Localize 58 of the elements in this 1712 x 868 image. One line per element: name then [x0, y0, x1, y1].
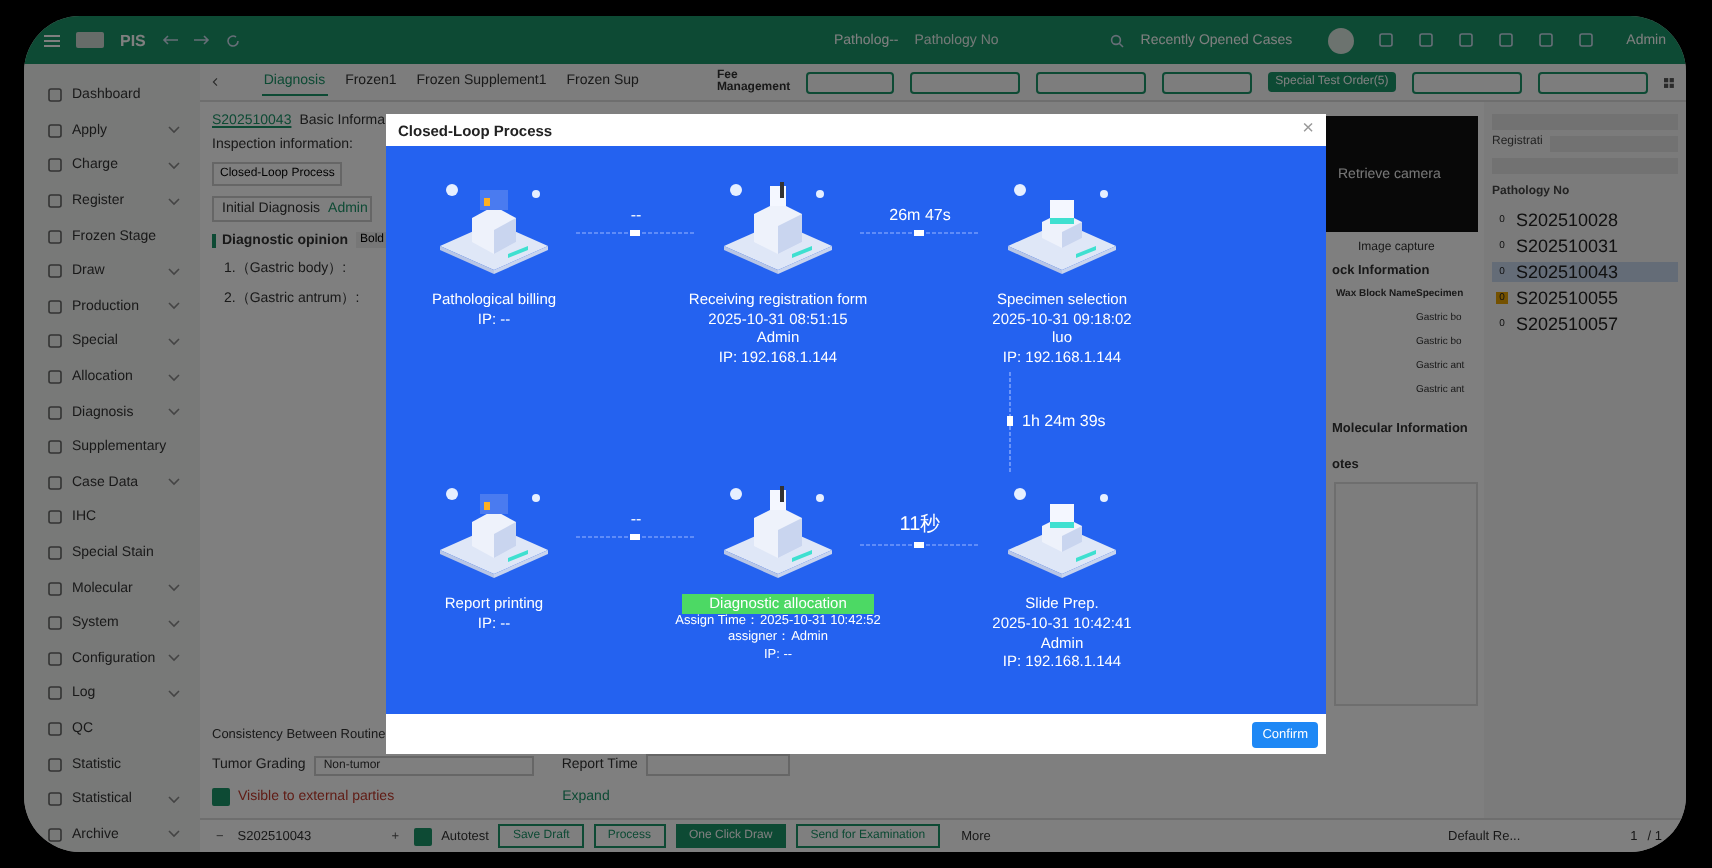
menu-item-icon [48, 651, 62, 666]
duration-label: 1h 24m 39s [1022, 412, 1106, 433]
back-arrow-icon[interactable] [161, 34, 178, 46]
menu-item-icon [48, 158, 62, 173]
menu-item-icon [48, 299, 62, 314]
forward-arrow-icon[interactable] [193, 34, 210, 46]
toolbar-icon[interactable] [1538, 32, 1555, 48]
connector-line [860, 230, 980, 236]
toolbar-button[interactable] [1538, 71, 1649, 93]
menu-item-icon [48, 88, 62, 103]
app-name: PIS [120, 31, 146, 49]
menu-item-icon [48, 370, 62, 385]
connector-line [1006, 372, 1014, 473]
menu-item-icon [48, 686, 62, 701]
checkbox[interactable] [212, 788, 230, 806]
menu-item-icon [48, 827, 62, 842]
toolbar-button[interactable] [806, 71, 895, 93]
report-time-field[interactable] [645, 754, 790, 776]
search-icon[interactable] [1110, 33, 1125, 47]
connector-line [576, 534, 696, 541]
toolbar-icon[interactable] [1578, 32, 1595, 48]
menu-item-icon [48, 475, 62, 490]
duration-label: -- [630, 206, 642, 226]
toolbar-icon[interactable] [1458, 32, 1475, 48]
menu-item-icon [48, 581, 62, 596]
menu-item-icon [48, 792, 62, 807]
menu-item-icon [48, 123, 62, 138]
menu-item-icon [48, 757, 62, 772]
menu-item-icon [48, 264, 62, 279]
checkbox[interactable] [413, 827, 432, 845]
duration-label: -- [630, 510, 642, 531]
avatar[interactable] [1328, 27, 1355, 53]
logo-block [76, 32, 104, 48]
toolbar-button[interactable] [1412, 71, 1523, 93]
refresh-icon[interactable] [225, 33, 240, 47]
menu-item-icon [48, 510, 62, 525]
menu-icon[interactable] [44, 33, 60, 47]
connector-line [860, 542, 980, 549]
menu-item-icon [48, 616, 62, 631]
close-button[interactable]: × [1302, 120, 1314, 140]
back-chevron-icon[interactable] [212, 76, 218, 88]
menu-item-icon [48, 229, 62, 244]
toolbar-button[interactable] [1162, 71, 1252, 93]
toolbar-button[interactable] [1036, 71, 1147, 93]
menu-item-icon [48, 194, 62, 209]
menu-item-icon [48, 334, 62, 349]
grid-icon[interactable] [1664, 75, 1674, 89]
menu-item-icon [48, 721, 62, 736]
duration-label: 26m 47s [889, 206, 951, 226]
toolbar-button[interactable] [910, 71, 1021, 93]
menu-item-icon [48, 546, 62, 561]
duration-label: 11秒 [899, 511, 941, 539]
toolbar-icon[interactable] [1418, 32, 1435, 48]
menu-item-icon [48, 440, 62, 455]
toolbar-icon[interactable] [1498, 32, 1515, 48]
menu-item-icon [48, 405, 62, 420]
connector-line [576, 230, 696, 236]
toolbar-icon[interactable] [1378, 32, 1395, 48]
